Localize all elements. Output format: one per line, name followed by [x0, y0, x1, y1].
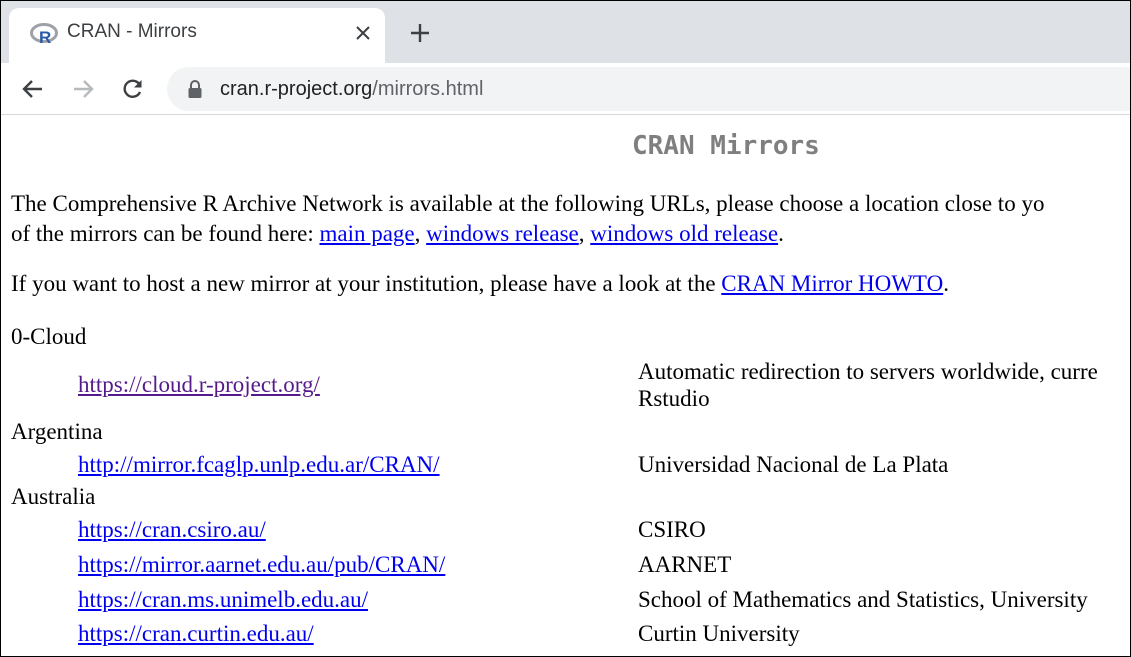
mirror-description-line-2: Rstudio	[638, 386, 710, 411]
address-bar[interactable]: cran.r-project.org/mirrors.html	[167, 67, 1130, 111]
mirror-description: Curtin University	[638, 621, 800, 646]
mirror-description: Universidad Nacional de La Plata	[638, 452, 949, 477]
tab-title: CRAN - Mirrors	[67, 21, 197, 42]
mirror-description: AARNET	[638, 552, 732, 577]
mirror-description: CSIRO	[638, 517, 706, 542]
intro-line-2-prefix: of the mirrors can be found here:	[11, 221, 320, 246]
host-text-suffix: .	[943, 271, 949, 296]
windows-old-release-link[interactable]: windows old release	[590, 221, 778, 246]
r-logo-icon: R	[30, 22, 58, 47]
mirror-link[interactable]: https://mirror.aarnet.edu.au/pub/CRAN/	[78, 552, 445, 578]
lock-icon[interactable]	[187, 79, 203, 99]
browser-toolbar: cran.r-project.org/mirrors.html	[1, 63, 1130, 115]
tab-strip: R CRAN - Mirrors	[1, 1, 1130, 63]
new-tab-icon[interactable]	[407, 20, 433, 46]
url-path: /mirrors.html	[372, 78, 484, 100]
host-text-prefix: If you want to host a new mirror at your…	[11, 271, 722, 296]
browser-window: R CRAN - Mirrors cran.r-project.org/mirr…	[0, 0, 1131, 657]
url-text[interactable]: cran.r-project.org/mirrors.html	[220, 78, 483, 101]
forward-arrow-icon[interactable]	[69, 75, 97, 103]
svg-text:R: R	[39, 28, 51, 46]
main-page-link[interactable]: main page	[319, 221, 414, 246]
mirror-link[interactable]: http://mirror.fcaglp.unlp.edu.ar/CRAN/	[78, 452, 440, 478]
host-mirror-paragraph: If you want to host a new mirror at your…	[11, 271, 949, 297]
page-content: CRAN Mirrors The Comprehensive R Archive…	[1, 115, 1130, 656]
mirror-description: School of Mathematics and Statistics, Un…	[638, 587, 1088, 612]
windows-release-link[interactable]: windows release	[426, 221, 579, 246]
country-heading-australia: Australia	[11, 484, 96, 509]
url-host: cran.r-project.org	[220, 78, 373, 100]
cran-mirror-howto-link[interactable]: CRAN Mirror HOWTO	[721, 271, 943, 296]
link-separator: ,	[414, 221, 427, 246]
back-arrow-icon[interactable]	[19, 75, 47, 103]
page-title: CRAN Mirrors	[632, 131, 820, 161]
country-heading-0-cloud: 0-Cloud	[11, 324, 87, 349]
mirror-link[interactable]: https://cloud.r-project.org/	[78, 372, 320, 398]
mirror-link[interactable]: https://cran.curtin.edu.au/	[78, 621, 314, 647]
intro-line-1: The Comprehensive R Archive Network is a…	[11, 191, 1045, 216]
mirror-description-line-1: Automatic redirection to servers worldwi…	[638, 359, 1098, 384]
country-heading-argentina: Argentina	[11, 419, 103, 444]
link-separator: ,	[578, 221, 591, 246]
mirror-link[interactable]: https://cran.csiro.au/	[78, 517, 266, 543]
close-icon[interactable]	[351, 21, 375, 45]
intro-end: .	[778, 221, 784, 246]
reload-icon[interactable]	[119, 75, 147, 103]
mirror-link[interactable]: https://cran.ms.unimelb.edu.au/	[78, 587, 368, 613]
intro-paragraph: The Comprehensive R Archive Network is a…	[11, 189, 1130, 249]
tab-cran-mirrors[interactable]: R CRAN - Mirrors	[9, 8, 385, 63]
mirror-description: Automatic redirection to servers worldwi…	[638, 358, 1098, 412]
